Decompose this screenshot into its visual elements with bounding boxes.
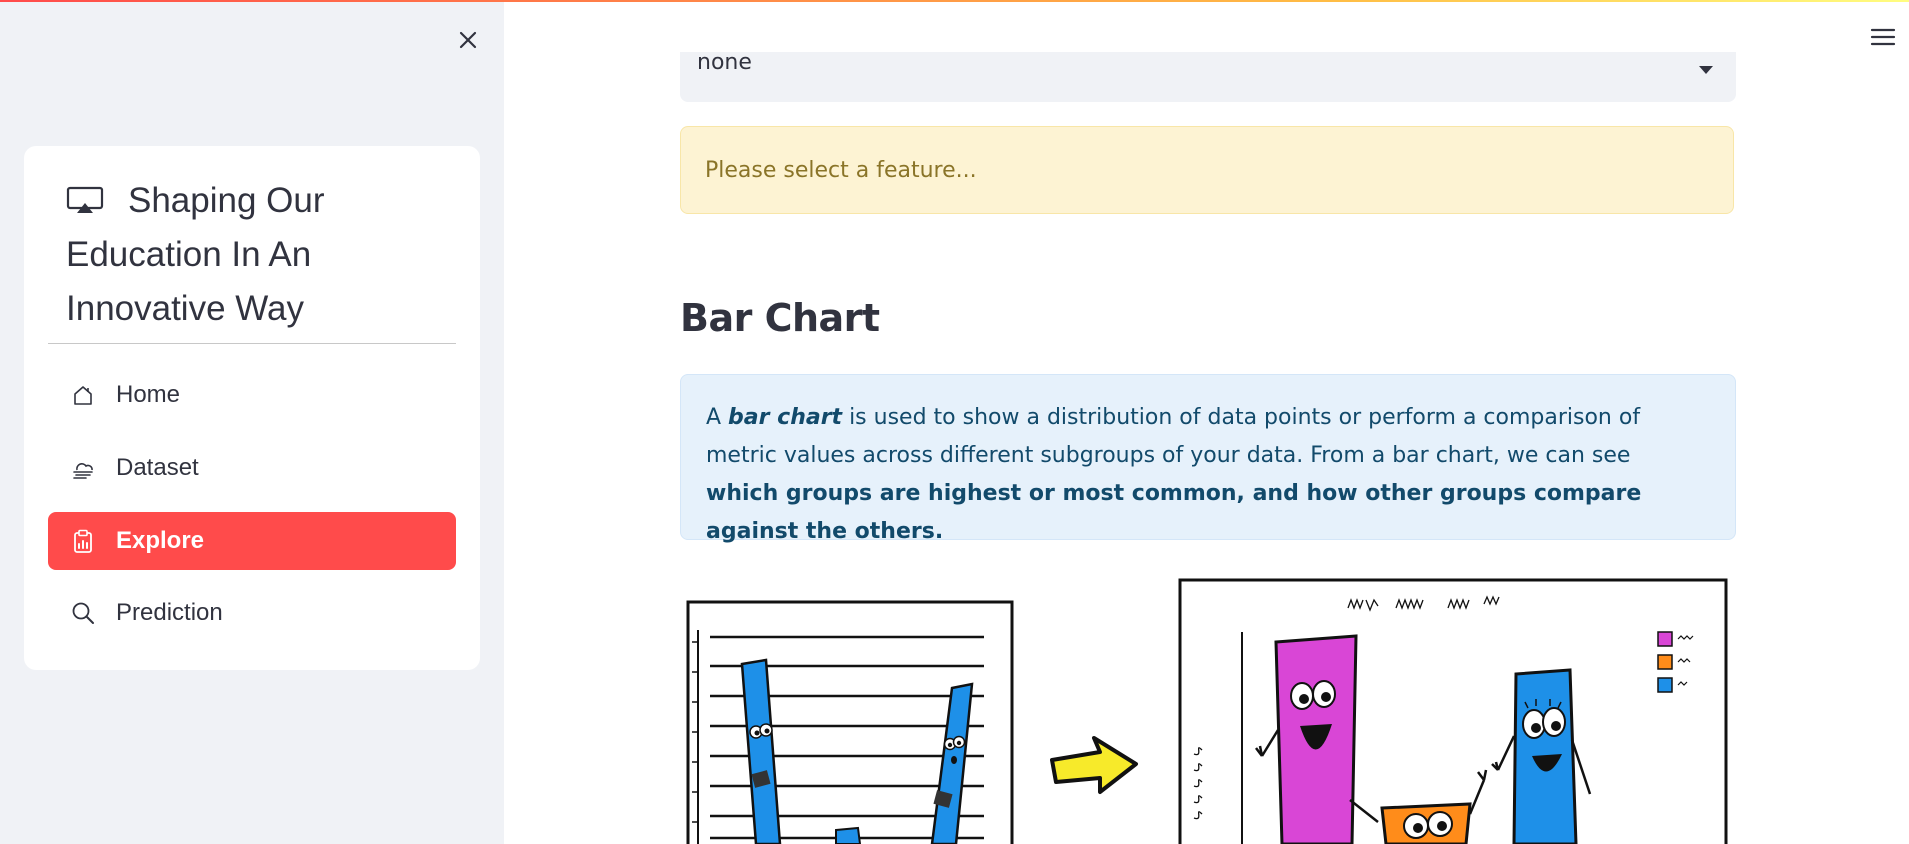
main-menu-button[interactable] bbox=[1868, 24, 1898, 50]
sidebar: Shaping Our Education In An Innovative W… bbox=[0, 0, 504, 844]
info-text-2: is used to show a distribution of data p… bbox=[706, 405, 1641, 468]
chevron-down-icon bbox=[1699, 66, 1713, 74]
clipboard-data-icon bbox=[70, 528, 96, 554]
menu-item-label: Home bbox=[116, 381, 181, 408]
menu-item-label: Explore bbox=[116, 527, 205, 554]
cloud-haze-icon bbox=[70, 455, 96, 481]
menu-item-prediction[interactable]: Prediction bbox=[48, 584, 456, 642]
info-strong: which groups are highest or most common,… bbox=[706, 481, 1642, 544]
menu-title-text: Shaping Our Education In An Innovative W… bbox=[66, 181, 325, 328]
warning-alert: Please select a feature... bbox=[680, 126, 1734, 214]
warning-text: Please select a feature... bbox=[705, 157, 977, 183]
feature-select-value: none bbox=[697, 52, 752, 75]
section-title: Bar Chart bbox=[680, 296, 880, 340]
bar-chart-illustration bbox=[680, 560, 1736, 844]
info-text-1: A bbox=[706, 405, 729, 430]
top-decoration-bar bbox=[0, 0, 1909, 2]
menu-item-explore[interactable]: Explore bbox=[48, 512, 456, 570]
menu-item-dataset[interactable]: Dataset bbox=[48, 439, 456, 497]
menu-item-home[interactable]: Home bbox=[48, 366, 456, 424]
sidebar-close-button[interactable] bbox=[452, 24, 484, 56]
menu-item-label: Dataset bbox=[116, 454, 199, 481]
option-menu: Shaping Our Education In An Innovative W… bbox=[24, 146, 480, 670]
menu-divider bbox=[48, 343, 456, 344]
feature-select[interactable]: none bbox=[680, 52, 1736, 102]
info-emphasis: bar chart bbox=[728, 405, 843, 430]
search-icon bbox=[70, 600, 96, 626]
menu-title: Shaping Our Education In An Innovative W… bbox=[66, 174, 456, 336]
house-icon bbox=[70, 382, 96, 408]
info-alert: A bar chart is used to show a distributi… bbox=[680, 374, 1736, 544]
illustration-art bbox=[686, 578, 1728, 844]
hamburger-icon bbox=[1870, 28, 1896, 46]
airplay-icon bbox=[66, 186, 104, 213]
close-icon bbox=[459, 31, 477, 49]
menu-item-label: Prediction bbox=[116, 599, 223, 626]
